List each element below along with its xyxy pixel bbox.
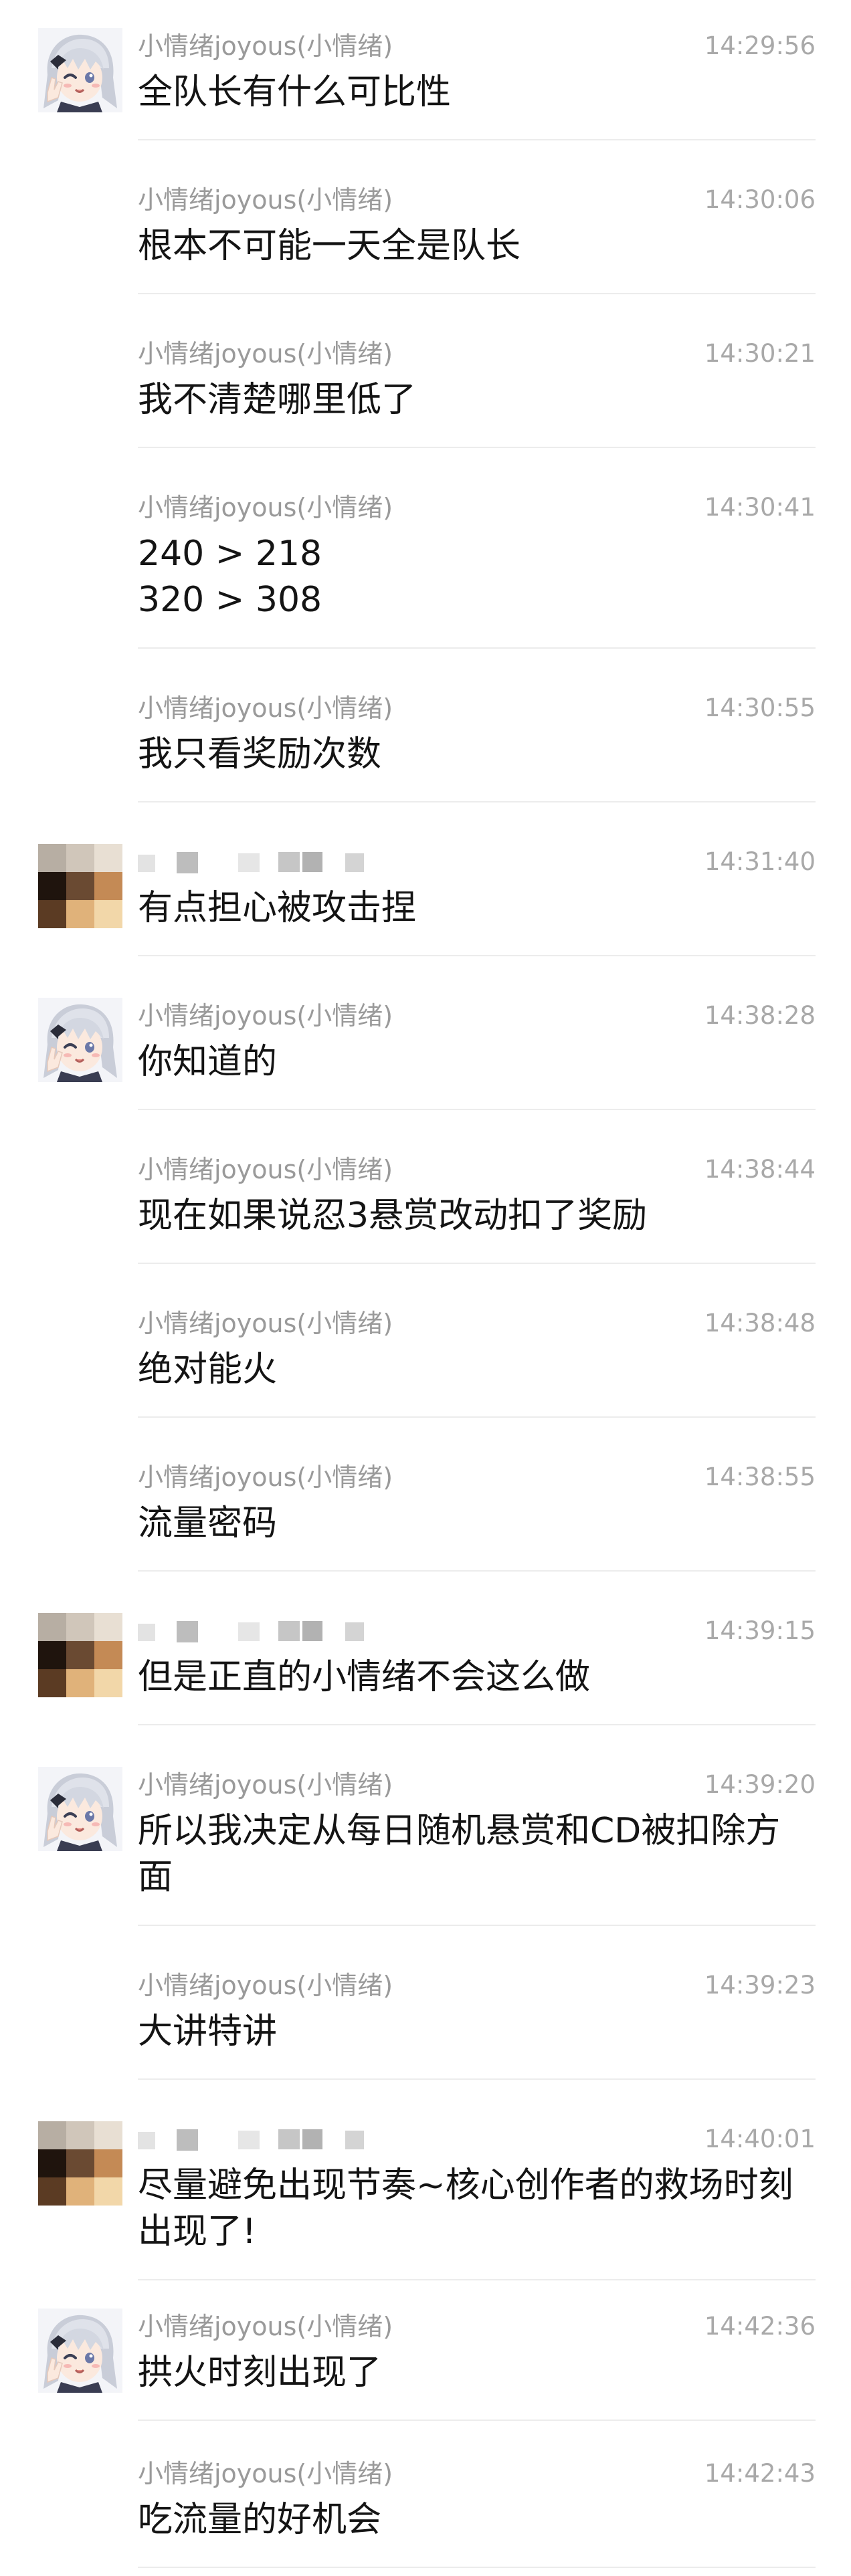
message-text: 我不清楚哪里低了 — [138, 380, 417, 420]
pixelated-avatar[interactable] — [38, 2121, 122, 2206]
message-time: 14:29:56 — [704, 31, 816, 60]
message-text: 吃流量的好机会 — [138, 2500, 382, 2540]
anime-girl-avatar[interactable] — [38, 1767, 122, 1851]
message-time: 14:39:15 — [704, 1616, 816, 1645]
sender-name: 小情绪joyous(小情绪) — [138, 185, 393, 215]
anime-girl-avatar[interactable] — [38, 2309, 122, 2393]
message-item[interactable]: 小情绪joyous(小情绪) 14:38:44 现在如果说忍3悬赏改动扣了奖励 — [0, 1123, 851, 1264]
message-time: 14:39:23 — [704, 1971, 816, 2000]
message-item[interactable]: 小情绪joyous(小情绪) 14:39:20 所以我决定从每日随机悬赏和CD被… — [0, 1739, 851, 1926]
sender-name: 小情绪joyous(小情绪) — [138, 339, 393, 368]
message-time: 14:30:06 — [704, 185, 816, 214]
message-time: 14:39:20 — [704, 1770, 816, 1799]
message-item[interactable]: 14:31:40 有点担心被攻击捏 — [0, 816, 851, 956]
sender-name: 小情绪joyous(小情绪) — [138, 1309, 393, 1338]
message-text: 但是正直的小情绪不会这么做 — [138, 1657, 591, 1697]
message-text: 有点担心被攻击捏 — [138, 888, 417, 928]
redacted-sender-name — [138, 2125, 419, 2155]
anime-girl-avatar[interactable] — [38, 28, 122, 112]
message-item[interactable]: 14:39:15 但是正直的小情绪不会这么做 — [0, 1585, 851, 1725]
divider — [138, 1263, 816, 1264]
sender-name: 小情绪joyous(小情绪) — [138, 693, 393, 723]
message-time: 14:40:01 — [704, 2125, 816, 2153]
message-time: 14:31:40 — [704, 847, 816, 876]
message-time: 14:30:55 — [704, 693, 816, 722]
sender-name: 小情绪joyous(小情绪) — [138, 493, 393, 522]
divider — [138, 2567, 816, 2568]
divider — [138, 955, 816, 956]
divider — [138, 1109, 816, 1110]
message-text: 你知道的 — [138, 1042, 278, 1082]
redacted-sender-name — [138, 848, 419, 877]
message-text: 现在如果说忍3悬赏改动扣了奖励 — [138, 1196, 648, 1236]
message-time: 14:38:28 — [704, 1001, 816, 1030]
message-item[interactable]: 小情绪joyous(小情绪) 14:30:06 根本不可能一天全是队长 — [0, 154, 851, 294]
message-item[interactable]: 小情绪joyous(小情绪) 14:39:23 大讲特讲 — [0, 1939, 851, 2080]
sender-name: 小情绪joyous(小情绪) — [138, 1001, 393, 1031]
message-item[interactable]: 小情绪joyous(小情绪) 14:30:21 我不清楚哪里低了 — [0, 308, 851, 448]
message-item[interactable]: 小情绪joyous(小情绪) 14:42:43 吃流量的好机会 — [0, 2428, 851, 2568]
message-time: 14:38:48 — [704, 1309, 816, 1337]
pixelated-avatar[interactable] — [38, 844, 122, 928]
divider — [138, 447, 816, 448]
divider — [138, 139, 816, 140]
sender-name: 小情绪joyous(小情绪) — [138, 2312, 393, 2341]
message-time: 14:38:55 — [704, 1463, 816, 1491]
sender-name: 小情绪joyous(小情绪) — [138, 1770, 393, 1800]
message-text: 所以我决定从每日随机悬赏和CD被扣除方面 — [138, 1811, 781, 1897]
message-text: 我只看奖励次数 — [138, 734, 382, 774]
message-item[interactable]: 小情绪joyous(小情绪) 14:42:36 拱火时刻出现了 — [0, 2280, 851, 2421]
message-text: 根本不可能一天全是队长 — [138, 226, 521, 266]
message-item[interactable]: 小情绪joyous(小情绪) 14:29:56 全队长有什么可比性 — [0, 0, 851, 140]
divider — [138, 1724, 816, 1725]
pixelated-avatar[interactable] — [38, 1613, 122, 1697]
message-time: 14:42:36 — [704, 2312, 816, 2341]
message-item[interactable]: 小情绪joyous(小情绪) 14:38:28 你知道的 — [0, 970, 851, 1110]
divider — [138, 2420, 816, 2421]
divider — [138, 647, 816, 649]
divider — [138, 801, 816, 802]
message-item[interactable]: 14:40:01 尽量避免出现节奏~核心创作者的救场时刻出现了! — [0, 2093, 851, 2280]
anime-girl-avatar[interactable] — [38, 998, 122, 1082]
divider — [138, 1925, 816, 1926]
message-item[interactable]: 小情绪joyous(小情绪) 14:30:41 240 > 218 320 > … — [0, 461, 851, 649]
redacted-sender-name — [138, 1617, 419, 1646]
chat-message-list[interactable]: 小情绪joyous(小情绪) 14:29:56 全队长有什么可比性 小情绪joy… — [0, 0, 851, 2576]
message-text: 大讲特讲 — [138, 2012, 278, 2052]
message-text: 全队长有什么可比性 — [138, 72, 452, 112]
message-time: 14:30:41 — [704, 493, 816, 522]
divider — [138, 1570, 816, 1572]
message-time: 14:38:44 — [704, 1155, 816, 1184]
sender-name: 小情绪joyous(小情绪) — [138, 31, 393, 61]
sender-name: 小情绪joyous(小情绪) — [138, 1155, 393, 1184]
message-time: 14:42:43 — [704, 2459, 816, 2488]
message-text: 拱火时刻出现了 — [138, 2353, 382, 2393]
message-item[interactable]: 小情绪joyous(小情绪) 14:38:48 绝对能火 — [0, 1277, 851, 1418]
message-time: 14:30:21 — [704, 339, 816, 368]
message-text: 流量密码 — [138, 1503, 278, 1543]
sender-name: 小情绪joyous(小情绪) — [138, 1463, 393, 1492]
message-text: 尽量避免出现节奏~核心创作者的救场时刻出现了! — [138, 2165, 793, 2252]
message-item[interactable]: 小情绪joyous(小情绪) 14:38:55 流量密码 — [0, 1431, 851, 1572]
sender-name: 小情绪joyous(小情绪) — [138, 2459, 393, 2488]
message-item[interactable]: 小情绪joyous(小情绪) 14:30:55 我只看奖励次数 — [0, 662, 851, 802]
sender-name: 小情绪joyous(小情绪) — [138, 1971, 393, 2000]
divider — [138, 1416, 816, 1418]
message-text: 240 > 218 320 > 308 — [138, 534, 322, 620]
divider — [138, 2078, 816, 2080]
divider — [138, 293, 816, 294]
message-text: 绝对能火 — [138, 1350, 278, 1390]
